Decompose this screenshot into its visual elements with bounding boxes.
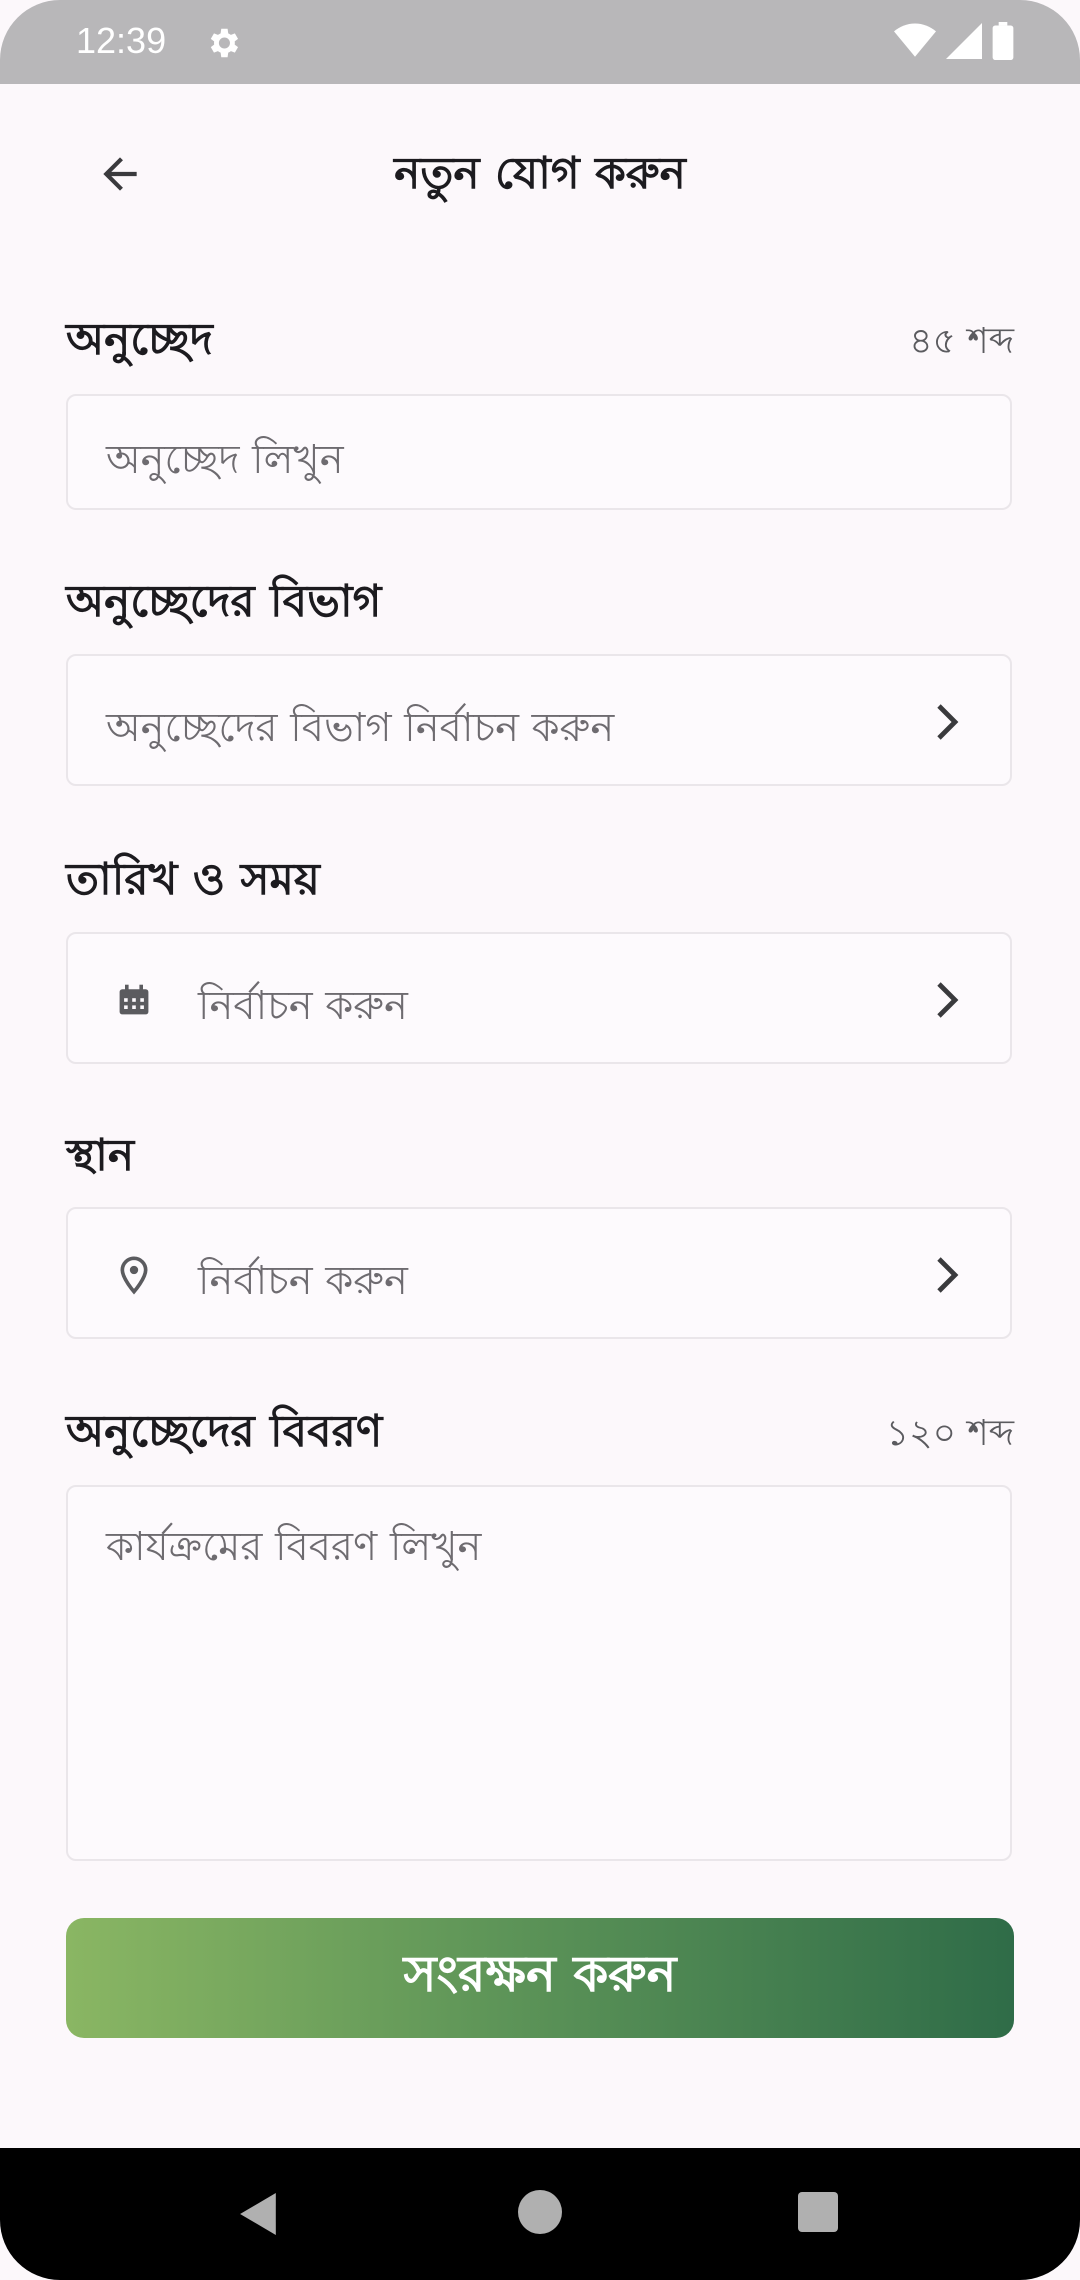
location-label: স্থান [66,1130,135,1181]
category-label: অনুচ্ছেদের বিভাগ [66,576,382,627]
description-label: অনুচ্ছেদের বিবরণ [66,1406,383,1457]
system-nav-bar [0,2148,1080,2280]
datetime-select[interactable]: নির্বাচন করুন [66,932,1012,1064]
save-button[interactable]: সংরক্ষন করুন [66,1918,1014,2038]
paragraph-placeholder: অনুচ্ছেদ লিখুন [106,437,344,483]
page-title: নতুন যোগ করুন [394,148,686,199]
category-placeholder: অনুচ্ছেদের বিভাগ নির্বাচন করুন [106,705,615,751]
wifi-icon [894,23,936,57]
description-placeholder: কার্যক্রমের বিবরণ লিখুন [106,1524,482,1570]
nav-home-icon[interactable] [518,2190,562,2234]
location-select[interactable]: নির্বাচন করুন [66,1207,1012,1339]
location-placeholder: নির্বাচন করুন [198,1258,408,1304]
paragraph-input[interactable]: অনুচ্ছেদ লিখুন [66,394,1012,510]
location-pin-icon [120,1256,148,1295]
chevron-right-icon [937,982,959,1018]
category-select[interactable]: অনুচ্ছেদের বিভাগ নির্বাচন করুন [66,654,1012,786]
app-bar: নতুন যোগ করুন [0,84,1080,254]
datetime-label: তারিখ ও সময় [66,854,320,905]
datetime-placeholder: নির্বাচন করুন [198,983,408,1029]
chevron-right-icon [937,704,959,740]
status-time: 12:39 [76,20,167,61]
battery-icon [992,22,1014,60]
description-word-count: ১২০ শব্দ [885,1413,1014,1454]
chevron-right-icon [937,1257,959,1293]
calendar-icon [119,984,149,1015]
status-bar: 12:39 [0,0,1080,84]
signal-icon [946,23,982,59]
nav-back-icon[interactable] [238,2190,280,2238]
paragraph-word-count: ৪৫ শব্দ [909,321,1014,362]
description-textarea[interactable]: কার্যক্রমের বিবরণ লিখুন [66,1485,1012,1861]
gear-icon [210,28,239,58]
paragraph-label: অনুচ্ছেদ [66,314,213,365]
nav-recents-icon[interactable] [798,2192,838,2232]
